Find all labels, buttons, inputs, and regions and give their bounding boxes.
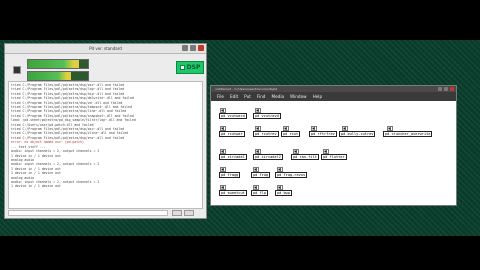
patch-object[interactable]: pd bwp — [275, 190, 292, 196]
letterbox-top — [0, 0, 480, 40]
console-find-input[interactable] — [8, 210, 168, 216]
console-log[interactable]: tried C:/Program Files/pdl/pd/extra/dsp/… — [8, 81, 203, 209]
maximize-icon[interactable] — [444, 86, 448, 91]
menu-file[interactable]: File — [217, 94, 224, 99]
patch-window: untitled.pd - C:/Users/user/Documents/pd… — [210, 85, 457, 206]
close-icon[interactable] — [450, 86, 454, 91]
patch-window-controls — [438, 86, 454, 91]
window-title: Pd ver. standard — [89, 46, 122, 51]
patch-object[interactable]: pd vcutward — [219, 113, 247, 119]
patch-menubar: File Edit Put Find Media Window Help — [211, 92, 456, 101]
patch-object[interactable]: pd fragg — [219, 172, 241, 178]
patch-object[interactable]: pd cruncher_overwrite — [383, 131, 433, 137]
patch-object[interactable]: pd bully-cutrev — [339, 131, 376, 137]
patch-object[interactable]: pd circadel2 — [253, 154, 283, 160]
window-controls — [182, 45, 204, 51]
menu-media[interactable]: Media — [271, 94, 284, 99]
minimize-icon[interactable] — [182, 45, 188, 51]
stop-icon[interactable] — [13, 66, 21, 74]
patch-object[interactable]: pd sweetcut — [219, 190, 247, 196]
patch-object[interactable]: pd ran-filt — [291, 154, 319, 160]
console-line: 1 device in / 1 device out — [11, 184, 61, 189]
patch-object[interactable]: pd rcutwar — [219, 131, 245, 137]
dsp-toggle[interactable]: DSP — [176, 61, 204, 74]
maximize-icon[interactable] — [190, 45, 196, 51]
dsp-label: DSP — [186, 64, 201, 71]
audio-controls: DSP — [5, 54, 206, 83]
menu-put[interactable]: Put — [244, 94, 251, 99]
close-icon[interactable] — [198, 45, 204, 51]
patch-canvas[interactable]: pd vcutward pd vcutrevd pd rcutwar pd rcutr… — [211, 101, 456, 205]
meter-group — [27, 59, 89, 83]
patch-object[interactable]: pd rcut — [281, 131, 301, 137]
menu-help[interactable]: Help — [313, 94, 323, 99]
patch-object[interactable]: pd flp — [251, 190, 268, 196]
patch-object[interactable]: pd frag — [251, 172, 271, 178]
patch-titlebar[interactable]: untitled.pd - C:/Users/user/Documents/pd — [211, 86, 456, 92]
menu-find[interactable]: Find — [257, 94, 266, 99]
letterbox-bottom — [0, 236, 480, 270]
patch-title: untitled.pd - C:/Users/user/Documents/pd — [215, 87, 278, 91]
pd-main-window: Pd ver. standard DSP tried C:/Program Fi… — [4, 43, 207, 219]
patch-object[interactable]: pd circadel — [219, 154, 247, 160]
patch-object[interactable]: pd rftrfrev — [309, 131, 337, 137]
input-level-meter — [27, 59, 89, 69]
patch-object[interactable]: pd vcutrevd — [253, 113, 281, 119]
log-level-button[interactable] — [184, 210, 194, 216]
find-button[interactable] — [172, 210, 182, 216]
output-level-meter — [27, 71, 89, 81]
menu-window[interactable]: Window — [290, 94, 307, 99]
dsp-checkbox[interactable] — [179, 65, 185, 70]
patch-object[interactable]: pd frag-revus — [275, 172, 308, 178]
console-statusbar — [8, 210, 203, 217]
patch-object[interactable]: pd rcutrev — [253, 131, 279, 137]
minimize-icon[interactable] — [438, 86, 442, 91]
pd-main-titlebar[interactable]: Pd ver. standard — [5, 44, 206, 54]
menu-edit[interactable]: Edit — [230, 94, 238, 99]
patch-object[interactable]: pd flutter — [321, 154, 347, 160]
